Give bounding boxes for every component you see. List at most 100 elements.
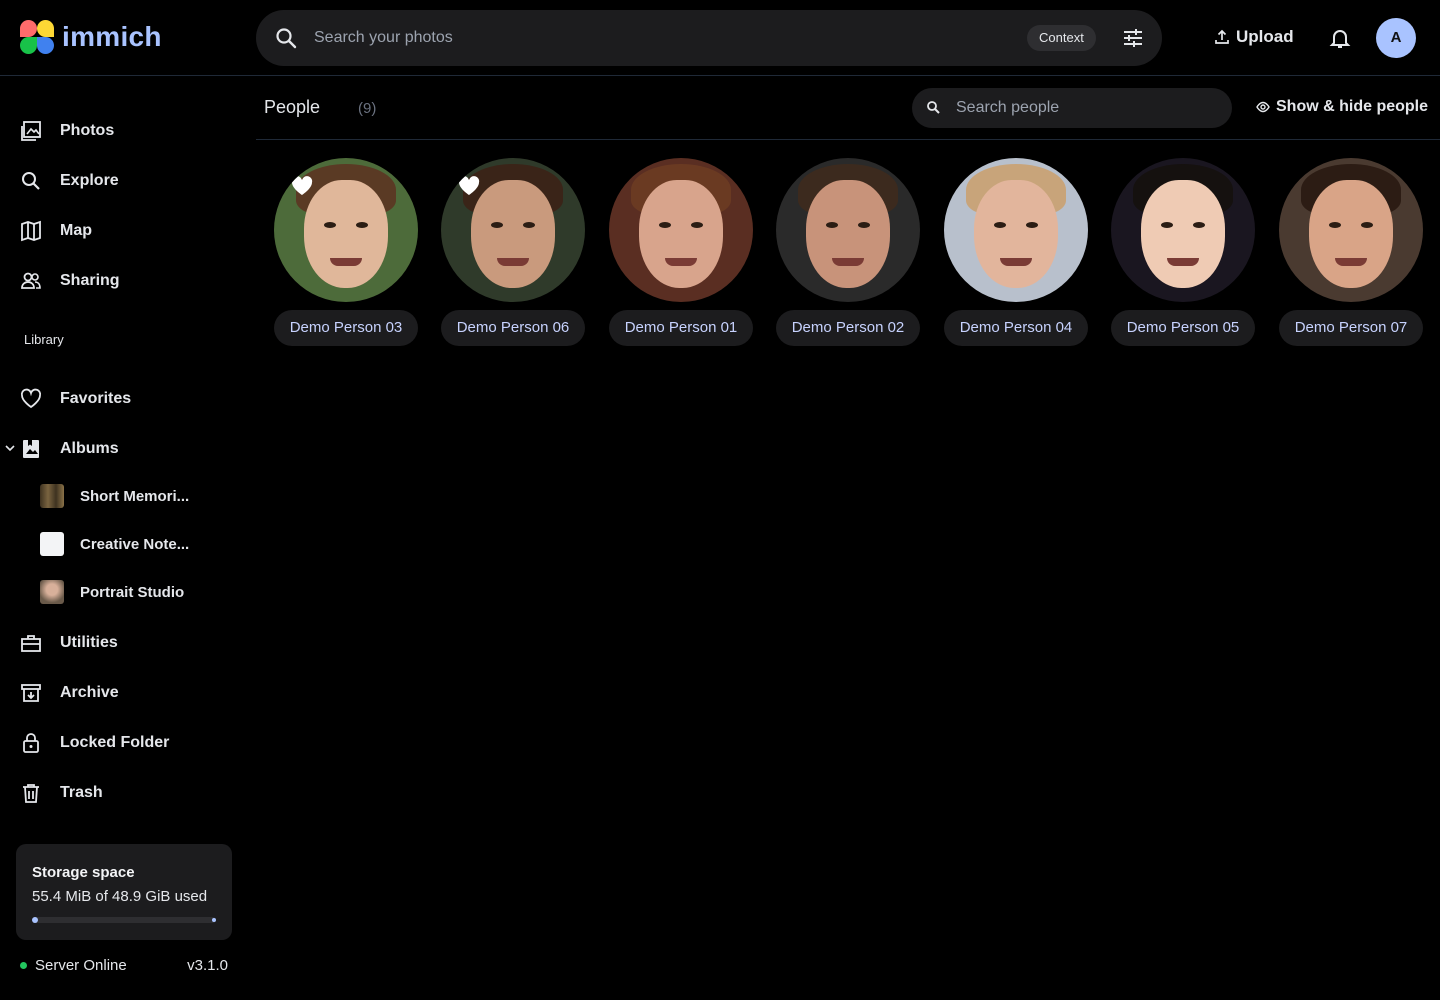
face-eye bbox=[523, 222, 535, 228]
album-thumbnail bbox=[40, 532, 64, 556]
face-eye bbox=[691, 222, 703, 228]
favorite-heart-icon bbox=[291, 176, 313, 195]
storage-progress-bar bbox=[32, 917, 216, 923]
storage-progress-fill bbox=[32, 917, 38, 923]
person-card[interactable]: Demo Person 01 bbox=[609, 158, 753, 346]
person-face-thumbnail[interactable] bbox=[1111, 158, 1255, 302]
notification-bell-icon[interactable] bbox=[1328, 26, 1352, 50]
face-mouth bbox=[832, 258, 864, 266]
sidebar-album-item[interactable]: Short Memori... bbox=[40, 482, 189, 510]
person-face-thumbnail[interactable] bbox=[1279, 158, 1423, 302]
face-eye bbox=[994, 222, 1006, 228]
app-name: immich bbox=[62, 21, 162, 52]
toolbox-icon bbox=[21, 635, 41, 652]
sidebar-item-label: Archive bbox=[60, 684, 119, 701]
person-face-thumbnail[interactable] bbox=[776, 158, 920, 302]
sidebar-album-item[interactable]: Creative Note... bbox=[40, 530, 189, 558]
sidebar-item-map[interactable]: Map bbox=[20, 215, 92, 247]
album-label: Creative Note... bbox=[80, 535, 190, 553]
person-name-button[interactable]: Demo Person 03 bbox=[274, 310, 418, 346]
lock-icon bbox=[23, 733, 39, 753]
person-card[interactable]: Demo Person 04 bbox=[944, 158, 1088, 346]
sidebar-item-favorites[interactable]: Favorites bbox=[20, 383, 131, 415]
sidebar-album-item[interactable]: Portrait Studio bbox=[40, 578, 184, 606]
person-card[interactable]: Demo Person 06 bbox=[441, 158, 585, 346]
person-card[interactable]: Demo Person 05 bbox=[1111, 158, 1255, 346]
search-filter-icon[interactable] bbox=[1122, 27, 1144, 49]
sidebar: Photos Explore Map Sharing Library Favor… bbox=[0, 76, 256, 1000]
face-eye bbox=[356, 222, 368, 228]
face-eye bbox=[1161, 222, 1173, 228]
sidebar-item-locked-folder[interactable]: Locked Folder bbox=[20, 727, 169, 759]
people-icon bbox=[21, 272, 41, 289]
person-name-button[interactable]: Demo Person 05 bbox=[1111, 310, 1255, 346]
sidebar-item-label: Albums bbox=[60, 440, 119, 457]
face-eye bbox=[1026, 222, 1038, 228]
people-search-bar[interactable] bbox=[912, 88, 1232, 128]
face-mouth bbox=[1167, 258, 1199, 266]
person-face-thumbnail[interactable] bbox=[944, 158, 1088, 302]
chevron-down-icon[interactable] bbox=[4, 442, 16, 454]
context-search-badge[interactable]: Context bbox=[1027, 25, 1096, 51]
trash-icon bbox=[23, 784, 39, 803]
archive-icon bbox=[21, 684, 41, 702]
face-mouth bbox=[330, 258, 362, 266]
face-eye bbox=[1329, 222, 1341, 228]
sidebar-item-albums[interactable]: Albums bbox=[20, 433, 119, 465]
storage-space-panel: Storage space 55.4 MiB of 48.9 GiB used bbox=[16, 844, 232, 940]
show-hide-label: Show & hide people bbox=[1276, 98, 1429, 115]
immich-logo[interactable]: immich bbox=[20, 20, 162, 54]
person-face-thumbnail[interactable] bbox=[609, 158, 753, 302]
sidebar-item-trash[interactable]: Trash bbox=[20, 777, 103, 809]
sidebar-item-utilities[interactable]: Utilities bbox=[20, 627, 118, 659]
face-eye bbox=[1193, 222, 1205, 228]
server-status: Server Online v3.1.0 bbox=[20, 957, 228, 974]
people-search-input[interactable] bbox=[956, 88, 1216, 128]
album-label: Portrait Studio bbox=[80, 583, 185, 601]
page-title: People bbox=[264, 97, 321, 117]
global-search-input[interactable] bbox=[314, 10, 1014, 66]
person-card[interactable]: Demo Person 07 bbox=[1279, 158, 1423, 346]
face-mouth bbox=[665, 258, 697, 266]
face-skin bbox=[471, 180, 555, 288]
server-version[interactable]: v3.1.0 bbox=[187, 957, 228, 974]
upload-label: Upload bbox=[1236, 27, 1294, 46]
storage-progress-end bbox=[212, 918, 216, 922]
global-search-bar[interactable]: Context bbox=[256, 10, 1162, 66]
sidebar-item-archive[interactable]: Archive bbox=[20, 677, 119, 709]
person-name-button[interactable]: Demo Person 06 bbox=[441, 310, 585, 346]
sidebar-item-sharing[interactable]: Sharing bbox=[20, 265, 120, 297]
sidebar-item-photos[interactable]: Photos bbox=[20, 115, 114, 147]
person-face-thumbnail[interactable] bbox=[441, 158, 585, 302]
face-eye bbox=[324, 222, 336, 228]
search-icon bbox=[22, 172, 40, 190]
album-thumbnail bbox=[40, 580, 64, 604]
person-face-thumbnail[interactable] bbox=[274, 158, 418, 302]
face-mouth bbox=[497, 258, 529, 266]
search-icon[interactable] bbox=[274, 26, 298, 50]
sidebar-item-explore[interactable]: Explore bbox=[20, 165, 119, 197]
server-online-dot-icon bbox=[20, 962, 27, 969]
sidebar-item-label: Utilities bbox=[60, 634, 118, 651]
face-eye bbox=[491, 222, 503, 228]
sidebar-item-label: Photos bbox=[60, 122, 115, 139]
face-skin bbox=[639, 180, 723, 288]
person-name-button[interactable]: Demo Person 07 bbox=[1279, 310, 1423, 346]
search-icon bbox=[927, 101, 940, 114]
server-status-text: Server Online bbox=[35, 957, 127, 974]
person-name-button[interactable]: Demo Person 01 bbox=[609, 310, 753, 346]
person-name-button[interactable]: Demo Person 04 bbox=[944, 310, 1088, 346]
people-count: (9) bbox=[358, 100, 377, 117]
person-card[interactable]: Demo Person 02 bbox=[776, 158, 920, 346]
user-avatar[interactable]: A bbox=[1376, 18, 1416, 58]
storage-used-text: 55.4 MiB of 48.9 GiB used bbox=[32, 888, 208, 905]
sidebar-item-label: Trash bbox=[60, 784, 103, 801]
person-card[interactable]: Demo Person 03 bbox=[274, 158, 418, 346]
upload-button[interactable]: Upload bbox=[1214, 27, 1294, 47]
eye-icon bbox=[1256, 101, 1270, 113]
person-name-button[interactable]: Demo Person 02 bbox=[776, 310, 920, 346]
show-hide-people-button[interactable]: Show & hide people bbox=[1256, 98, 1428, 116]
map-icon bbox=[21, 220, 41, 242]
album-label: Short Memori... bbox=[80, 487, 190, 505]
face-eye bbox=[858, 222, 870, 228]
